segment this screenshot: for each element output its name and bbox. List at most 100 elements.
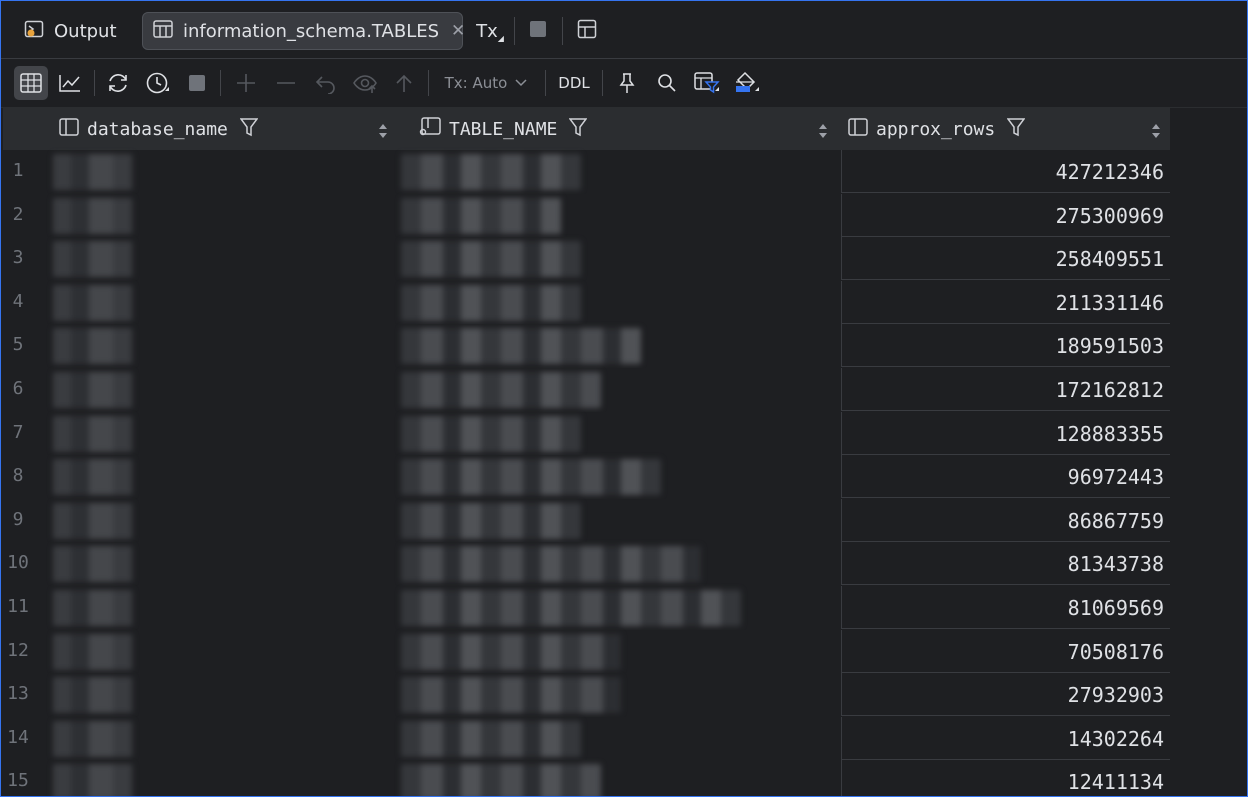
column-header-approx-rows[interactable]: approx_rows: [848, 108, 1170, 150]
cell-table-name[interactable]: [397, 455, 841, 499]
chart-view-button[interactable]: [54, 66, 86, 100]
filter-icon[interactable]: [1006, 117, 1026, 142]
cell-table-name[interactable]: [397, 324, 841, 368]
filter-icon[interactable]: [239, 117, 259, 142]
sort-icon[interactable]: [379, 122, 387, 143]
filter-icon[interactable]: [568, 117, 588, 142]
column-header-table-name[interactable]: TABLE_NAME: [419, 108, 837, 150]
cell-database-name[interactable]: [33, 498, 397, 542]
cell-database-name[interactable]: [33, 324, 397, 368]
redacted-value: [53, 590, 133, 626]
pin-button[interactable]: [612, 66, 642, 100]
cell-table-name[interactable]: [397, 368, 841, 411]
column-header-database-name[interactable]: database_name: [59, 108, 397, 150]
stop-button[interactable]: [527, 12, 549, 50]
cell-database-name[interactable]: [33, 542, 397, 586]
submit-button[interactable]: [390, 66, 418, 100]
layout-button[interactable]: [575, 12, 599, 50]
close-icon[interactable]: ✕: [451, 21, 465, 41]
cell-approx-rows[interactable]: 81343738: [841, 542, 1170, 586]
preview-changes-button[interactable]: [350, 66, 382, 100]
sort-icon[interactable]: [1152, 122, 1160, 143]
table-row[interactable]: 2 275300969: [3, 193, 1170, 238]
table-row[interactable]: 14 14302264: [3, 716, 1170, 761]
ddl-button[interactable]: DDL: [554, 66, 594, 100]
table-row[interactable]: 9 86867759: [3, 498, 1170, 543]
cell-database-name[interactable]: [33, 280, 397, 324]
cell-approx-rows[interactable]: 70508176: [841, 629, 1170, 673]
table-view-button[interactable]: [14, 66, 48, 100]
cell-approx-rows[interactable]: 86867759: [841, 498, 1170, 542]
table-row[interactable]: 6 172162812: [3, 368, 1170, 412]
cell-approx-rows[interactable]: 275300969: [841, 193, 1170, 237]
table-row[interactable]: 5 189591503: [3, 324, 1170, 368]
history-button[interactable]: [142, 66, 174, 100]
cell-approx-rows[interactable]: 172162812: [841, 368, 1170, 411]
color-settings-button[interactable]: [730, 66, 764, 100]
cell-database-name[interactable]: [33, 237, 397, 281]
cell-database-name[interactable]: [33, 150, 397, 193]
redacted-value: [401, 197, 561, 234]
cell-database-name[interactable]: [33, 673, 397, 717]
table-row[interactable]: 11 81069569: [3, 586, 1170, 630]
redacted-value: [401, 502, 581, 539]
cell-table-name[interactable]: [397, 542, 841, 586]
table-row[interactable]: 3 258409551: [3, 237, 1170, 281]
cell-database-name[interactable]: [33, 716, 397, 760]
table-row[interactable]: 13 27932903: [3, 673, 1170, 717]
cell-approx-rows[interactable]: 81069569: [841, 586, 1170, 629]
cell-table-name[interactable]: [397, 586, 841, 629]
cell-approx-rows[interactable]: 258409551: [841, 237, 1170, 281]
column-header-label: database_name: [87, 118, 228, 140]
add-row-button[interactable]: [230, 66, 262, 100]
cell-approx-rows[interactable]: 14302264: [841, 716, 1170, 760]
table-icon: [153, 19, 173, 43]
cell-table-name[interactable]: [397, 280, 841, 324]
delete-row-button[interactable]: [270, 66, 302, 100]
tx-menu-button[interactable]: Tx ◢: [470, 12, 510, 50]
cell-database-name[interactable]: [33, 368, 397, 411]
cell-table-name[interactable]: [397, 498, 841, 542]
cell-approx-rows[interactable]: 96972443: [841, 455, 1170, 499]
tx-mode-dropdown[interactable]: Tx: Auto: [438, 66, 534, 100]
tab-output[interactable]: Output: [14, 12, 127, 50]
cell-approx-rows[interactable]: 12411134: [841, 760, 1170, 797]
search-button[interactable]: [652, 66, 682, 100]
sort-icon[interactable]: [819, 122, 827, 143]
result-grid: database_name TABLE_NAME approx_rows 1 42…: [3, 108, 1170, 797]
cell-database-name[interactable]: [33, 411, 397, 455]
table-row[interactable]: 1 427212346: [3, 150, 1170, 194]
cell-table-name[interactable]: [397, 150, 841, 193]
revert-button[interactable]: [310, 66, 342, 100]
tab-information-schema-tables[interactable]: information_schema.TABLES ✕: [142, 12, 465, 50]
cell-table-name[interactable]: [397, 673, 841, 717]
cell-approx-rows[interactable]: 211331146: [841, 280, 1170, 324]
cell-approx-rows[interactable]: 27932903: [841, 673, 1170, 717]
cell-table-name[interactable]: [397, 237, 841, 281]
redacted-value: [53, 154, 133, 190]
refresh-button[interactable]: [102, 66, 134, 100]
cell-table-name[interactable]: [397, 193, 841, 237]
table-row[interactable]: 10 81343738: [3, 542, 1170, 586]
filter-settings-button[interactable]: [690, 66, 724, 100]
divider: [602, 70, 603, 96]
cell-database-name[interactable]: [33, 455, 397, 499]
table-row[interactable]: 15 12411134: [3, 760, 1170, 797]
cell-table-name[interactable]: [397, 760, 841, 797]
cell-approx-rows[interactable]: 427212346: [841, 150, 1170, 193]
cell-database-name[interactable]: [33, 629, 397, 673]
table-row[interactable]: 12 70508176: [3, 629, 1170, 674]
cell-approx-rows[interactable]: 128883355: [841, 411, 1170, 455]
stop-query-button[interactable]: [184, 66, 210, 100]
cell-table-name[interactable]: [397, 411, 841, 455]
cell-table-name[interactable]: [397, 716, 841, 760]
cell-database-name[interactable]: [33, 586, 397, 629]
table-row[interactable]: 4 211331146: [3, 280, 1170, 325]
filter-table-icon: [694, 71, 720, 95]
cell-database-name[interactable]: [33, 760, 397, 797]
table-row[interactable]: 7 128883355: [3, 411, 1170, 456]
cell-table-name[interactable]: [397, 629, 841, 673]
table-row[interactable]: 8 96972443: [3, 455, 1170, 499]
cell-database-name[interactable]: [33, 193, 397, 237]
cell-approx-rows[interactable]: 189591503: [841, 324, 1170, 368]
